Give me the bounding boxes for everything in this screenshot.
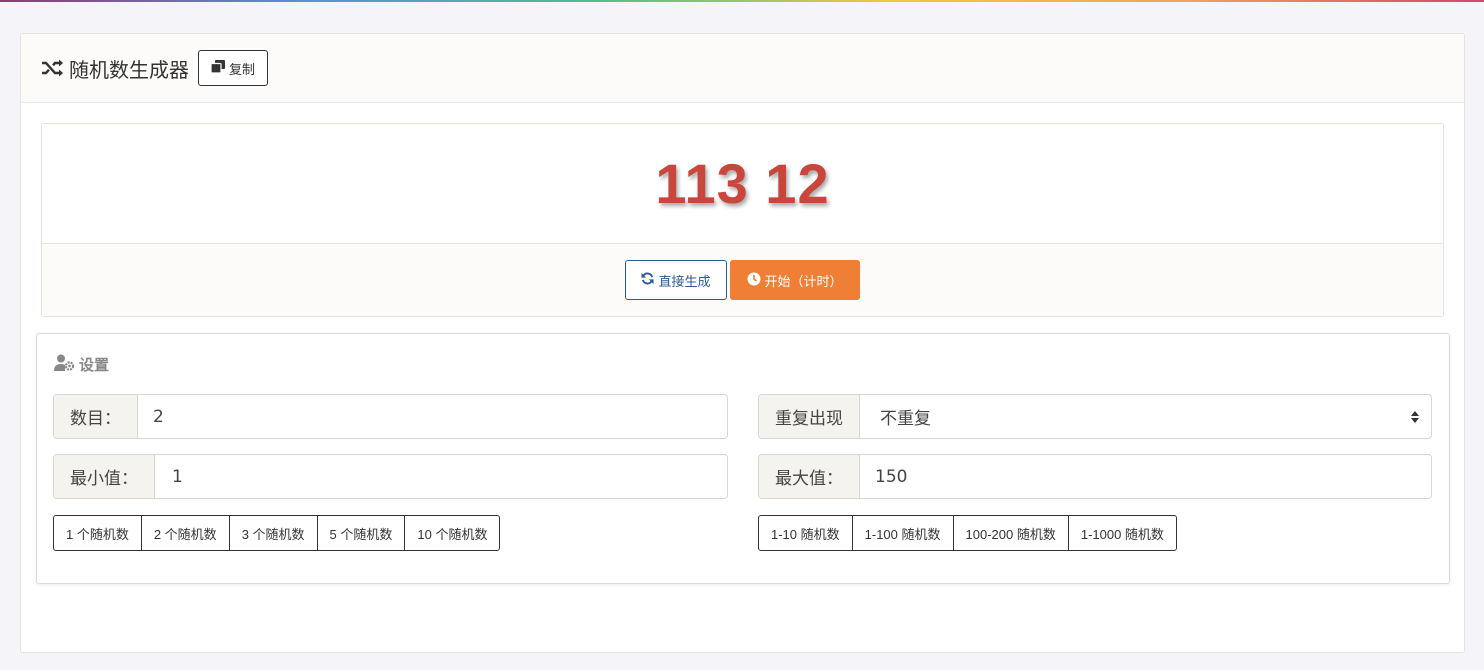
repeat-select[interactable]: 不重复 xyxy=(860,395,1431,438)
min-input[interactable] xyxy=(155,455,727,498)
generate-button-label: 直接生成 xyxy=(658,273,711,289)
card-header: 随机数生成器 复制 xyxy=(21,34,1464,103)
page-title: 随机数生成器 xyxy=(69,57,189,82)
settings-title: 设置 xyxy=(79,356,110,374)
range-preset-group: 1-10 随机数 1-100 随机数 100-200 随机数 1-1000 随机… xyxy=(758,515,1177,551)
copy-button-label: 复制 xyxy=(229,61,256,77)
preset-range-1-100[interactable]: 1-100 随机数 xyxy=(851,515,954,551)
repeat-select-group: 重复出现 不重复 xyxy=(758,394,1432,439)
settings-heading: 设置 xyxy=(54,354,109,375)
refresh-icon xyxy=(641,272,655,288)
count-label: 数目： xyxy=(54,395,138,438)
preset-count-2[interactable]: 2 个随机数 xyxy=(140,515,230,551)
settings-panel: 设置 数目： 重复出现 不重复 最小值： 最大值： xyxy=(36,333,1450,584)
max-input-group: 最大值： xyxy=(758,454,1432,499)
max-label: 最大值： xyxy=(759,455,860,498)
clock-icon xyxy=(747,272,761,289)
result-actions: 直接生成 开始（计时） xyxy=(42,244,1443,316)
preset-range-100-200[interactable]: 100-200 随机数 xyxy=(952,515,1069,551)
preset-count-3[interactable]: 3 个随机数 xyxy=(228,515,318,551)
random-result: 113 12 xyxy=(655,152,830,215)
user-cog-icon xyxy=(54,354,75,375)
min-input-group: 最小值： xyxy=(53,454,728,499)
preset-count-10[interactable]: 10 个随机数 xyxy=(404,515,501,551)
preset-range-1-1000[interactable]: 1-1000 随机数 xyxy=(1067,515,1177,551)
shuffle-icon xyxy=(41,57,63,79)
top-color-stripe xyxy=(0,0,1484,2)
start-timer-button[interactable]: 开始（计时） xyxy=(729,260,860,300)
repeat-selected-value: 不重复 xyxy=(880,409,931,429)
start-button-label: 开始（计时） xyxy=(764,273,843,289)
select-arrows-icon xyxy=(1411,410,1419,423)
result-panel: 113 12 直接生成 开始（计时） xyxy=(41,123,1444,317)
count-input-group: 数目： xyxy=(53,394,728,439)
copy-icon xyxy=(210,60,225,76)
count-input[interactable] xyxy=(138,395,727,438)
preset-count-1[interactable]: 1 个随机数 xyxy=(53,515,142,551)
count-preset-group: 1 个随机数 2 个随机数 3 个随机数 5 个随机数 10 个随机数 xyxy=(53,515,501,551)
generate-button[interactable]: 直接生成 xyxy=(625,260,727,300)
preset-count-5[interactable]: 5 个随机数 xyxy=(316,515,406,551)
min-label: 最小值： xyxy=(54,455,155,498)
result-display: 113 12 xyxy=(42,124,1443,244)
generator-card: 随机数生成器 复制 113 12 直接生成 开始（计时） 设置 数目： 2 重复… xyxy=(20,33,1465,653)
max-input[interactable] xyxy=(860,455,1431,498)
repeat-label: 重复出现 xyxy=(759,395,860,438)
copy-button[interactable]: 复制 xyxy=(198,50,269,86)
preset-range-1-10[interactable]: 1-10 随机数 xyxy=(758,515,853,551)
